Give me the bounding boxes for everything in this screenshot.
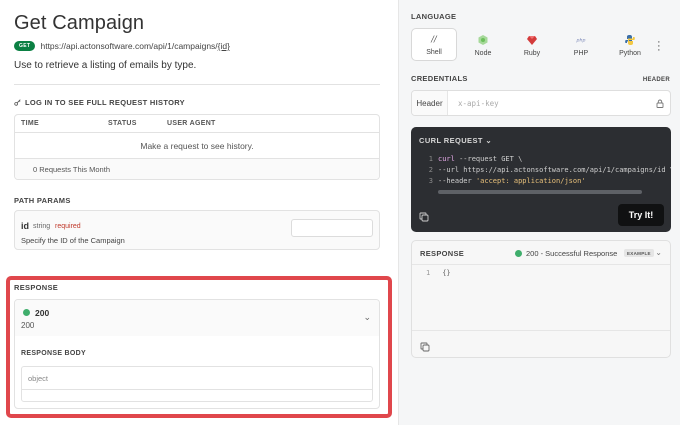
response-code-desc: 200	[21, 321, 35, 330]
curl-label: CURL REQUEST	[419, 136, 483, 145]
history-count: 0 Requests This Month	[15, 159, 379, 179]
chevron-down-icon: ⌄	[363, 312, 371, 322]
param-type: string	[33, 223, 51, 230]
lang-label: Python	[619, 50, 641, 57]
status-dot-icon	[23, 309, 30, 316]
response-example-label: RESPONSE	[420, 249, 465, 258]
method-badge: GET	[14, 41, 36, 51]
response-label: RESPONSE	[14, 283, 59, 292]
chevron-down-icon: ⌄	[485, 136, 493, 145]
ruby-icon	[526, 34, 538, 46]
code-line: 1 {}	[426, 269, 451, 277]
php-icon: php	[575, 34, 587, 46]
language-picker: // Shell Node Ruby php PHP Python	[411, 28, 653, 61]
line-number: 2	[428, 166, 433, 174]
response-example-panel: RESPONSE 200 - Successful Response EXAMP…	[411, 240, 671, 358]
try-it-button[interactable]: Try It!	[618, 204, 664, 226]
lang-label: Ruby	[523, 50, 541, 57]
col-status: STATUS	[108, 120, 137, 127]
key-icon	[14, 99, 21, 106]
login-history-label: LOG IN TO SEE FULL REQUEST HISTORY	[25, 98, 185, 107]
request-history-table: TIME STATUS USER AGENT Make a request to…	[14, 114, 380, 180]
param-required: required	[55, 223, 81, 230]
endpoint-panel: Get Campaign GET https://api.actonsoftwa…	[0, 0, 398, 425]
status-dot-icon	[515, 250, 522, 257]
curl-request-panel: CURL REQUEST ⌄ 1 curl --request GET \ 2 …	[411, 127, 671, 232]
history-empty-message: Make a request to see history.	[15, 133, 379, 159]
divider	[412, 330, 670, 331]
lang-label: Node	[474, 50, 492, 57]
url-text: https://api.actonsoftware.com/api/1/camp…	[40, 41, 229, 51]
param-name: id	[21, 221, 29, 231]
response-code: 200	[35, 308, 50, 318]
chevron-down-icon: ⌄	[655, 248, 662, 257]
divider	[14, 84, 380, 85]
credentials-label: CREDENTIALS	[411, 74, 468, 83]
horizontal-scrollbar[interactable]	[438, 190, 642, 194]
path-params-label: PATH PARAMS	[14, 196, 71, 205]
example-badge: EXAMPLE	[624, 249, 654, 257]
code-panel: LANGUAGE // Shell Node Ruby php PHP Pyth…	[398, 0, 680, 425]
code-command: curl	[438, 155, 455, 163]
param-row-id: id string required Specify the ID of the…	[14, 210, 380, 250]
endpoint-url: GET https://api.actonsoftware.com/api/1/…	[14, 41, 230, 51]
response-body-label: RESPONSE BODY	[21, 350, 86, 357]
credential-key: Header	[412, 91, 448, 115]
line-number: 3	[428, 177, 433, 185]
svg-text:php: php	[576, 38, 586, 44]
response-body-box: object	[21, 366, 373, 402]
code-text: --url https://api.actonsoftware.com/api/…	[438, 166, 671, 174]
line-number: 1	[426, 269, 431, 277]
lang-node[interactable]: Node	[460, 28, 506, 61]
lang-php[interactable]: php PHP	[558, 28, 604, 61]
page-title: Get Campaign	[14, 12, 145, 34]
lang-label: Shell	[426, 49, 442, 56]
python-icon	[624, 34, 636, 46]
col-user-agent: USER AGENT	[167, 120, 216, 127]
line-number: 1	[428, 155, 433, 163]
code-text: --header	[438, 177, 476, 185]
lang-shell[interactable]: // Shell	[411, 28, 457, 61]
code-text: --request GET \	[454, 155, 523, 163]
lock-icon	[650, 91, 670, 115]
col-time: TIME	[21, 120, 39, 127]
code-text: {}	[442, 269, 451, 277]
history-header: TIME STATUS USER AGENT	[15, 115, 379, 133]
node-icon	[477, 34, 489, 46]
lang-python[interactable]: Python	[607, 28, 653, 61]
response-code-toggle[interactable]: 200 200 ⌄	[15, 300, 379, 336]
response-schema-box: 200 200 ⌄ RESPONSE BODY object	[14, 299, 380, 409]
param-description: Specify the ID of the Campaign	[21, 236, 125, 245]
copy-icon[interactable]	[420, 339, 430, 357]
divider	[22, 389, 372, 390]
param-id-input[interactable]	[291, 219, 373, 237]
shell-icon: //	[428, 33, 440, 45]
response-body-type: object	[28, 374, 49, 383]
curl-request-dropdown[interactable]: CURL REQUEST ⌄	[419, 136, 492, 145]
api-key-input[interactable]: x-api-key	[448, 91, 650, 115]
more-options-icon[interactable]: · · ·	[657, 37, 661, 56]
svg-text://: //	[430, 35, 438, 44]
endpoint-description: Use to retrieve a listing of emails by t…	[14, 60, 197, 71]
page: Get Campaign GET https://api.actonsoftwa…	[0, 0, 680, 425]
lang-label: PHP	[573, 50, 589, 57]
credentials-field: Header x-api-key	[411, 90, 671, 116]
login-history-link[interactable]: LOG IN TO SEE FULL REQUEST HISTORY	[14, 98, 185, 107]
header-label: HEADER	[642, 77, 670, 83]
url-param: {id}	[217, 41, 230, 51]
code-string: 'accept: application/json'	[475, 177, 586, 185]
url-prefix: https://api.actonsoftware.com/api/1/camp…	[40, 41, 218, 51]
copy-icon[interactable]	[419, 209, 429, 227]
response-example-header[interactable]: RESPONSE 200 - Successful Response EXAMP…	[412, 241, 670, 265]
lang-ruby[interactable]: Ruby	[509, 28, 555, 61]
response-status: 200 - Successful Response	[526, 249, 618, 258]
language-label: LANGUAGE	[411, 12, 457, 21]
